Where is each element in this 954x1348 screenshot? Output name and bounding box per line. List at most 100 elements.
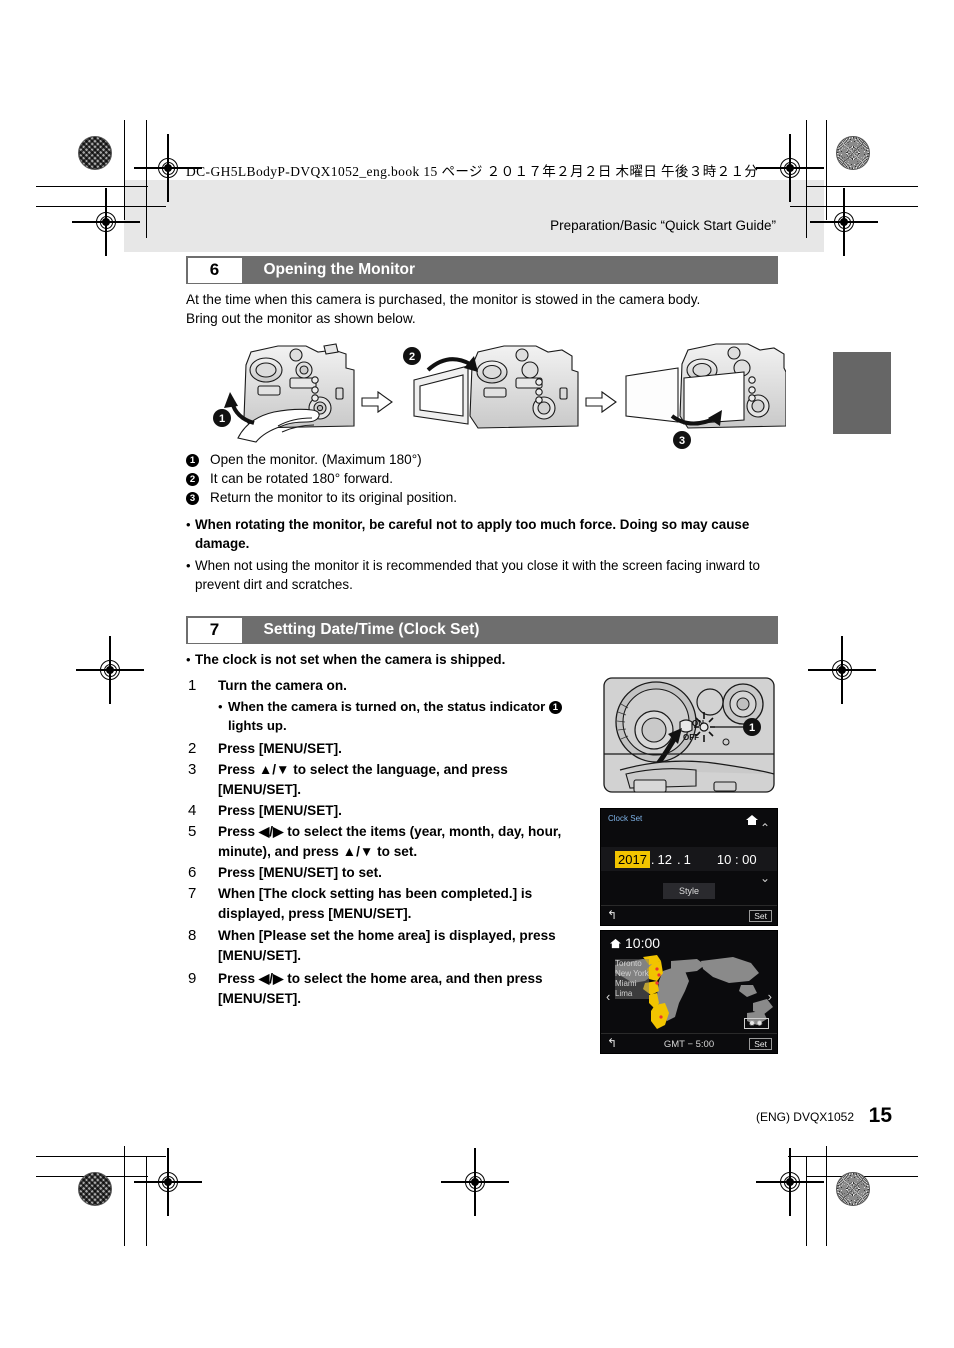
section6-intro-line1: At the time when this camera is purchase… — [186, 292, 701, 307]
camera-top-power-switch-illustration: OFF ON 1 — [603, 677, 775, 793]
home-time-display: 10:00 — [609, 935, 660, 951]
note-text: The clock is not set when the camera is … — [195, 652, 506, 667]
month-field[interactable]: 12 — [658, 852, 672, 867]
style-button[interactable]: Style — [662, 883, 716, 899]
step-text: When [Please set the home area] is displ… — [218, 928, 556, 963]
home-icon — [610, 938, 621, 948]
thumb-index-tab — [833, 352, 891, 434]
step-text: Press ▲/▼ to select the language, and pr… — [218, 762, 508, 797]
crop-mark-line — [788, 1156, 918, 1158]
set-button[interactable]: Set — [749, 910, 772, 922]
section-title: Opening the Monitor — [263, 261, 416, 278]
registration-crosshair — [72, 188, 140, 256]
substep-marker: 1 — [548, 701, 562, 715]
step-item: 4 Press [MENU/SET]. — [188, 801, 588, 821]
note-text: When rotating the monitor, be careful no… — [195, 517, 750, 551]
step-item: 9 Press ◀/▶ to select the home area, and… — [188, 969, 588, 1009]
callout-text: It can be rotated 180° forward. — [210, 471, 394, 486]
step-item: 1 Turn the camera on. — [188, 676, 588, 696]
step-number: 1 — [188, 677, 197, 694]
registration-starburst — [836, 1172, 870, 1206]
back-icon[interactable]: ↰ — [607, 1036, 617, 1050]
city-item: Lima — [615, 989, 649, 999]
step-number: 5 — [188, 823, 197, 840]
step-text: Press [MENU/SET]. — [218, 741, 342, 756]
registration-crosshair — [76, 636, 144, 704]
time-field[interactable]: 10 : 00 — [717, 852, 757, 867]
chevron-up-icon[interactable]: ⌃ — [760, 821, 770, 835]
step-item: 2 Press [MENU/SET]. — [188, 739, 588, 759]
registration-crosshair — [134, 134, 202, 202]
step-number: 3 — [188, 761, 197, 778]
svg-text:2: 2 — [409, 351, 415, 363]
step-number: 7 — [188, 885, 197, 902]
section7-note: • The clock is not set when the camera i… — [186, 650, 706, 669]
crop-mark-line — [826, 1146, 828, 1246]
registration-starburst — [78, 1172, 112, 1206]
registration-crosshair — [810, 188, 878, 256]
svg-text:1: 1 — [219, 413, 225, 425]
callout-text: Return the monitor to its original posit… — [210, 490, 458, 505]
section-title: Setting Date/Time (Clock Set) — [263, 621, 480, 638]
step-text: Press [MENU/SET] to set. — [218, 865, 382, 880]
footer-document-code: (ENG) DVQX1052 — [755, 1110, 854, 1124]
step-text: Turn the camera on. — [218, 678, 347, 693]
note-bullet: • — [186, 517, 191, 532]
section-header-6: 6 Opening the Monitor — [186, 256, 778, 284]
monitor-opening-illustration: 1 2 3 — [213, 343, 786, 449]
chevron-down-icon[interactable]: ⌄ — [760, 871, 770, 885]
section-header-7: 7 Setting Date/Time (Clock Set) — [186, 616, 778, 644]
section-number: 7 — [187, 617, 242, 643]
registration-starburst — [836, 136, 870, 170]
clock-value-row: 2017 . 12 . 1 10 : 00 — [601, 847, 777, 871]
step-number: 6 — [188, 864, 197, 881]
section6-intro-line2: Bring out the monitor as shown below. — [186, 311, 416, 326]
registration-crosshair — [756, 134, 824, 202]
step-text: Press ◀/▶ to select the home area, and t… — [218, 971, 543, 1006]
day-field[interactable]: 1 — [684, 852, 691, 867]
substep-text-before: When the camera is turned on, the status… — [228, 699, 549, 714]
running-header: Preparation/Basic “Quick Start Guide” — [550, 218, 776, 233]
substep-text: When the camera is turned on, the status… — [228, 697, 593, 735]
step-item: 7 When [The clock setting has been compl… — [188, 884, 588, 924]
callout-item: 2 It can be rotated 180° forward. — [186, 469, 786, 488]
crop-mark-line — [124, 1146, 126, 1246]
footer-page-number: 15 — [868, 1104, 892, 1127]
callout-marker: 1 — [186, 450, 210, 469]
callout-marker: 2 — [186, 469, 210, 488]
registration-crosshair — [134, 1148, 202, 1216]
step-item: 8 When [Please set the home area] is dis… — [188, 926, 588, 966]
next-area-arrow-icon[interactable]: › — [768, 989, 772, 1004]
substep-text-after: lights up. — [228, 718, 287, 733]
dst-badge[interactable]: ✹✹ — [743, 1018, 769, 1029]
section6-callout-list: 1 Open the monitor. (Maximum 180°) 2 It … — [186, 450, 786, 507]
screen-title: Clock Set — [608, 814, 643, 823]
home-time-value: 10:00 — [625, 935, 661, 951]
callout-marker: 3 — [186, 488, 210, 507]
clock-set-screen: Clock Set ⌃ 2017 . 12 . 1 10 : 00 ⌄ Styl… — [600, 808, 778, 926]
substep-bullet: • — [218, 699, 223, 714]
note-text: When not using the monitor it is recomme… — [195, 558, 760, 592]
gmt-offset: GMT − 5:00 — [663, 1039, 715, 1050]
note-item: • When not using the monitor it is recom… — [186, 556, 778, 594]
step-number: 9 — [188, 970, 197, 987]
section6-intro: At the time when this camera is purchase… — [186, 290, 786, 328]
note-bullet: • — [186, 652, 191, 667]
callout-item: 3 Return the monitor to its original pos… — [186, 488, 786, 507]
registration-crosshair — [756, 1148, 824, 1216]
step-number: 2 — [188, 740, 197, 757]
manual-page: DC-GH5LBodyP-DVQX1052_eng.book 15 ページ ２０… — [0, 0, 954, 1348]
city-item: New York — [615, 969, 649, 979]
set-button[interactable]: Set — [749, 1038, 772, 1050]
callout-item: 1 Open the monitor. (Maximum 180°) — [186, 450, 786, 469]
registration-crosshair — [441, 1148, 509, 1216]
note-bullet: • — [186, 558, 191, 573]
city-item: Toronto — [615, 959, 649, 969]
back-icon[interactable]: ↰ — [607, 908, 617, 922]
year-field[interactable]: 2017 — [615, 850, 650, 868]
prev-area-arrow-icon[interactable]: ‹ — [606, 989, 610, 1004]
home-area-screen: 10:00 Toronto New York Miami Lima ‹ › ✹✹… — [600, 930, 778, 1054]
registration-starburst — [78, 136, 112, 170]
step-substep: • When the camera is turned on, the stat… — [218, 697, 593, 735]
callout-text: Open the monitor. (Maximum 180°) — [210, 452, 422, 467]
